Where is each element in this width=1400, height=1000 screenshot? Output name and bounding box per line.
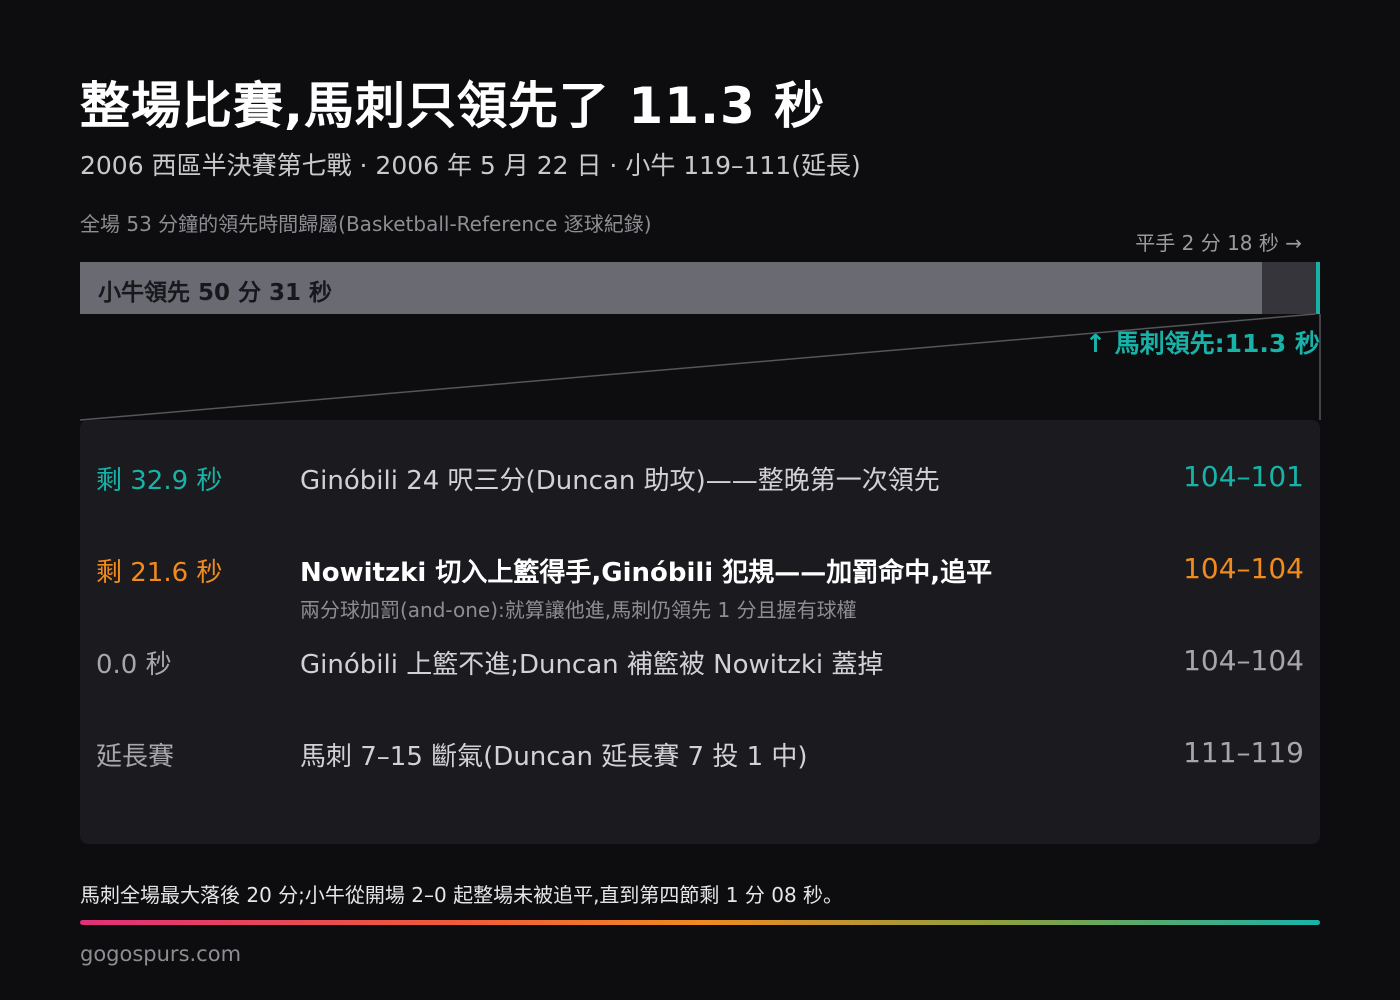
- event-score: 111–119: [1183, 736, 1304, 769]
- infographic: 整場比賽,馬刺只領先了 11.3 秒 2006 西區半決賽第七戰 · 2006 …: [0, 0, 1400, 1000]
- event-score: 104–101: [1183, 460, 1304, 493]
- zoom-line-left: [79, 313, 1316, 421]
- event-time: 0.0 秒: [96, 650, 172, 680]
- event-description: Nowitzki 切入上籃得手,Ginóbili 犯規——加罰命中,追平: [300, 558, 993, 588]
- event-score: 104–104: [1183, 644, 1304, 677]
- event-row: 延長賽 馬刺 7–15 斷氣(Duncan 延長賽 7 投 1 中) 111–1…: [80, 736, 1320, 828]
- footnote: 馬刺全場最大落後 20 分;小牛從開場 2–0 起整場未被追平,直到第四節剩 1…: [80, 883, 844, 907]
- timeline-panel: 剩 32.9 秒 Ginóbili 24 呎三分(Duncan 助攻)——整晚第…: [80, 420, 1320, 844]
- event-time: 剩 21.6 秒: [96, 558, 223, 588]
- gradient-divider: [80, 920, 1320, 925]
- event-description: Ginóbili 上籃不進;Duncan 補籃被 Nowitzki 蓋掉: [300, 650, 884, 680]
- event-row: 剩 21.6 秒 Nowitzki 切入上籃得手,Ginóbili 犯規——加罰…: [80, 552, 1320, 644]
- event-description: 馬刺 7–15 斷氣(Duncan 延長賽 7 投 1 中): [300, 742, 808, 772]
- event-score: 104–104: [1183, 552, 1304, 585]
- event-row: 剩 32.9 秒 Ginóbili 24 呎三分(Duncan 助攻)——整晚第…: [80, 460, 1320, 552]
- event-time: 剩 32.9 秒: [96, 466, 223, 496]
- event-row: 0.0 秒 Ginóbili 上籃不進;Duncan 補籃被 Nowitzki …: [80, 644, 1320, 736]
- source-credit: gogospurs.com: [80, 942, 242, 966]
- event-note: 兩分球加罰(and-one):就算讓他進,馬刺仍領先 1 分且握有球權: [300, 598, 857, 622]
- event-time: 延長賽: [96, 742, 175, 772]
- event-description: Ginóbili 24 呎三分(Duncan 助攻)——整晚第一次領先: [300, 466, 940, 496]
